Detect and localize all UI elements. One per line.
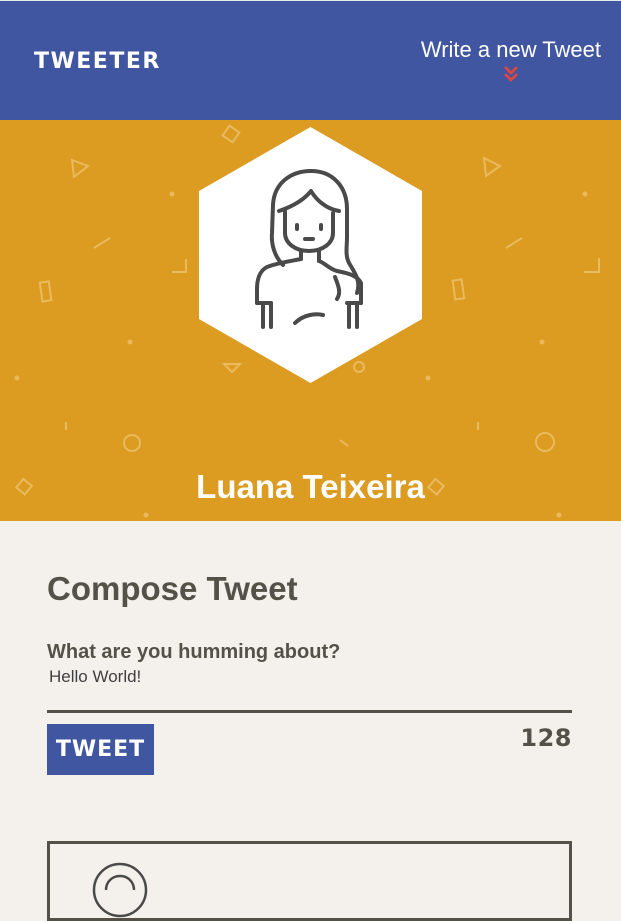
user-avatar-icon bbox=[92, 862, 148, 918]
profile-header: Luana Teixeira bbox=[0, 120, 621, 521]
tweet-button[interactable]: TWEET bbox=[47, 724, 154, 775]
write-new-tweet-toggle[interactable]: Write a new Tweet bbox=[421, 37, 601, 83]
compose-title: Compose Tweet bbox=[47, 570, 298, 607]
brand-logo[interactable]: TWEETER bbox=[34, 49, 161, 74]
compose-divider bbox=[47, 710, 572, 713]
character-counter: 128 bbox=[520, 724, 572, 752]
compose-text-input[interactable] bbox=[47, 667, 572, 707]
tweet-card bbox=[47, 841, 572, 921]
write-new-tweet-label[interactable]: Write a new Tweet bbox=[421, 37, 601, 63]
top-nav: TWEETER Write a new Tweet bbox=[0, 0, 621, 120]
double-chevron-down-icon[interactable] bbox=[502, 65, 520, 83]
profile-name: Luana Teixeira bbox=[196, 468, 425, 506]
woman-avatar-icon bbox=[199, 127, 422, 383]
compose-label: What are you humming about? bbox=[47, 641, 341, 663]
